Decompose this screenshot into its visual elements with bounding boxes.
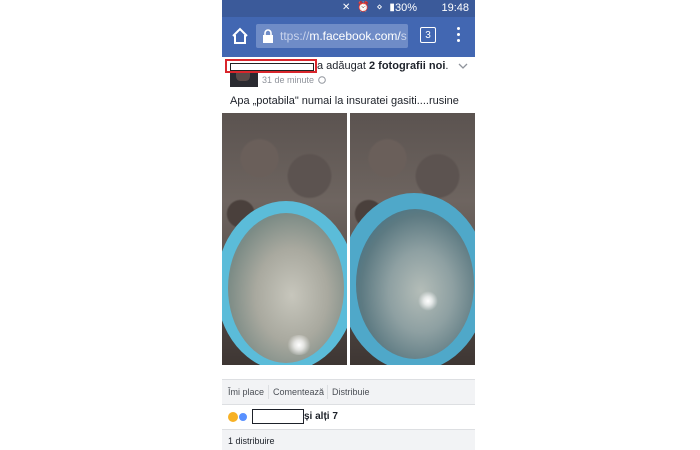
browser-toolbar: ttps://m.facebook.com/s 3: [222, 17, 475, 57]
url-prefix: ttps://: [280, 29, 310, 43]
post-photo-2[interactable]: [350, 113, 475, 365]
like-button[interactable]: Îmi place: [228, 387, 264, 397]
redacted-reactor-name: [252, 409, 304, 424]
haha-reaction-icon: [228, 412, 238, 422]
share-button[interactable]: Distribuie: [332, 387, 370, 397]
action-bold: 2 fotografii noi: [369, 60, 446, 72]
chevron-down-icon[interactable]: [458, 63, 468, 69]
reaction-others[interactable]: și alți 7: [304, 411, 338, 422]
light-glare: [286, 335, 312, 355]
battery-percent: 30%: [394, 2, 417, 14]
status-bar: ✕ ⏰ ⋄ ▮ 30% 19:48: [222, 0, 475, 17]
shares-row[interactable]: 1 distribuire: [222, 429, 475, 450]
redacted-author-name[interactable]: [225, 59, 317, 73]
url-field[interactable]: ttps://m.facebook.com/s: [256, 24, 408, 48]
lock-icon: [263, 29, 273, 43]
post-timestamp[interactable]: 31 de minute: [262, 75, 314, 85]
post-text: Apa „potabila" numai la insuratei gasiti…: [230, 95, 459, 107]
globe-icon: [318, 76, 326, 84]
light-glare: [418, 291, 438, 311]
bucket-water: [356, 209, 474, 359]
divider: [327, 385, 328, 399]
url-host: m.facebook.com/: [309, 29, 401, 43]
action-text: a adăugat: [317, 60, 369, 72]
divider: [268, 385, 269, 399]
like-reaction-icon: [238, 412, 248, 422]
phone-screen: ✕ ⏰ ⋄ ▮ 30% 19:48 ttps://m.facebook.com/…: [222, 0, 475, 450]
post-action-text: a adăugat 2 fotografii noi.: [317, 60, 448, 72]
status-icons: ✕ ⏰ ⋄ ▮: [342, 2, 397, 13]
reactions-row[interactable]: și alți 7: [222, 405, 475, 429]
shares-count[interactable]: 1 distribuire: [228, 436, 275, 446]
comment-button[interactable]: Comentează: [273, 387, 324, 397]
overflow-menu-icon[interactable]: [454, 27, 462, 45]
clock: 19:48: [441, 2, 469, 14]
url-suffix: s: [400, 29, 407, 43]
home-icon[interactable]: [230, 26, 250, 46]
post-actions: Îmi place Comentează Distribuie: [222, 379, 475, 405]
action-end: .: [445, 60, 449, 72]
post-photo-1[interactable]: [222, 113, 347, 365]
url-text: ttps://m.facebook.com/s: [280, 29, 407, 43]
tabs-count-button[interactable]: 3: [420, 27, 436, 43]
post-header: a adăugat 2 fotografii noi. 31 de minute: [222, 57, 475, 89]
